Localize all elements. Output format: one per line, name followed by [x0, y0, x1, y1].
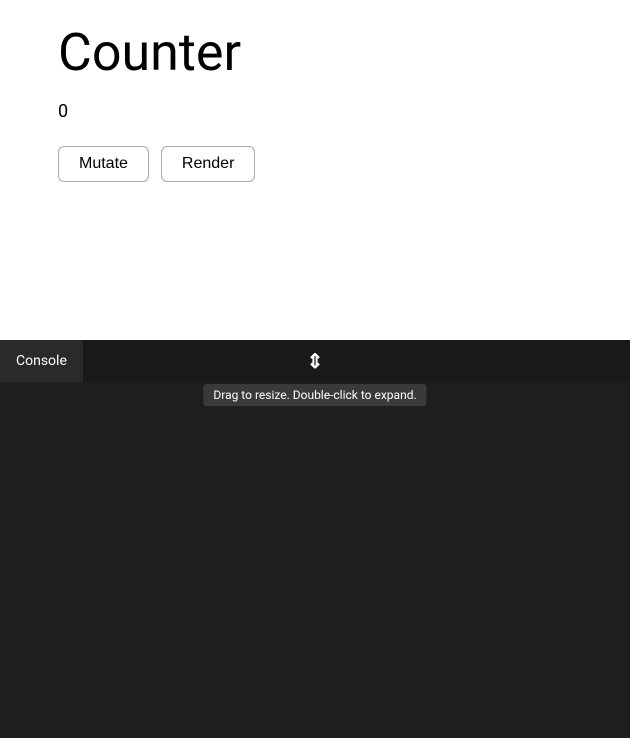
- counter-display: 0: [58, 101, 572, 122]
- button-row: Mutate Render: [58, 146, 572, 182]
- mutate-button[interactable]: Mutate: [58, 146, 149, 182]
- main-panel: Counter 0 Mutate Render: [0, 0, 630, 340]
- resize-icon[interactable]: ⇕: [307, 349, 324, 373]
- console-panel: [0, 382, 630, 738]
- page-title: Counter: [58, 24, 572, 81]
- resize-bar[interactable]: Console ⇕ Drag to resize. Double-click t…: [0, 340, 630, 382]
- render-button[interactable]: Render: [161, 146, 255, 182]
- console-tab[interactable]: Console: [0, 340, 83, 382]
